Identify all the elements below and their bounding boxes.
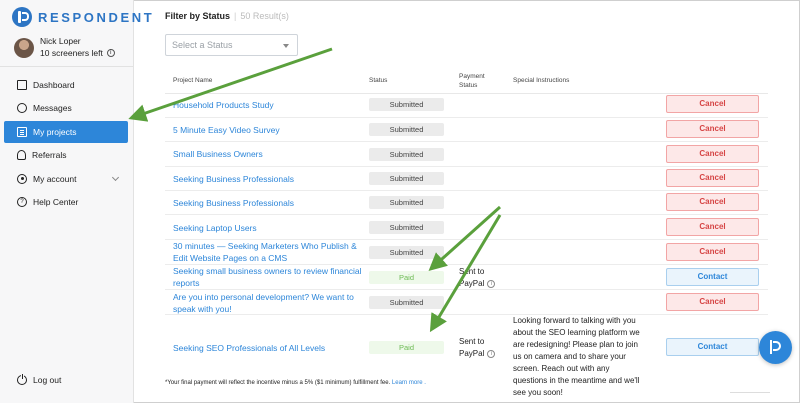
project-name-link[interactable]: Seeking Laptop Users	[173, 222, 363, 234]
status-badge: Submitted	[369, 246, 444, 259]
sidebar: RESPONDENT Nick Loper 10 screeners left …	[0, 0, 152, 403]
dashboard-icon	[17, 80, 27, 90]
contact-button[interactable]: Contact	[666, 268, 759, 286]
user-name: Nick Loper	[40, 36, 81, 46]
sidebar-item-label: Referrals	[32, 150, 67, 161]
caret-down-icon	[283, 44, 289, 48]
project-name-link[interactable]: Seeking small business owners to review …	[173, 265, 363, 289]
cancel-button[interactable]: Cancel	[666, 193, 759, 211]
cancel-button[interactable]: Cancel	[666, 145, 759, 163]
learn-more-link[interactable]: Learn more .	[392, 380, 426, 386]
avatar[interactable]	[14, 38, 34, 58]
project-name-link[interactable]: Seeking Business Professionals	[173, 173, 363, 185]
status-select[interactable]: Select a Status	[165, 34, 298, 56]
sidebar-item-label: Messages	[33, 103, 72, 114]
sidebar-item-messages[interactable]: Messages	[4, 97, 128, 119]
status-badge: Submitted	[369, 98, 444, 111]
table-row: Seeking Business Professionals Submitted…	[165, 167, 768, 191]
status-badge: Submitted	[369, 148, 444, 161]
table-row: Seeking small business owners to review …	[165, 265, 768, 290]
table-row: Seeking Business Professionals Submitted…	[165, 191, 768, 215]
project-name-link[interactable]: Seeking Business Professionals	[173, 197, 363, 209]
table-row: Seeking SEO Professionals of All Levels …	[165, 315, 768, 397]
help-icon: ?	[17, 196, 27, 207]
screeners-left: 10 screeners left	[40, 48, 103, 58]
table-row: Are you into personal development? We wa…	[165, 290, 768, 315]
horizontal-scrollbar[interactable]	[730, 392, 770, 393]
sidebar-divider	[0, 66, 134, 67]
account-gear-icon	[17, 173, 27, 184]
header-special-instructions: Special Instructions	[513, 77, 570, 84]
user-profile: Nick Loper 10 screeners left i	[14, 36, 115, 58]
people-icon	[17, 150, 26, 161]
chat-bubble-icon	[17, 103, 27, 114]
sidebar-item-label: Dashboard	[33, 80, 75, 90]
table-row: Seeking Laptop Users Submitted Cancel	[165, 215, 768, 240]
cancel-button[interactable]: Cancel	[666, 293, 759, 311]
table-row: 30 minutes — Seeking Marketers Who Publi…	[165, 240, 768, 265]
sidebar-item-label: My account	[33, 173, 77, 184]
sidebar-item-dashboard[interactable]: Dashboard	[4, 74, 128, 96]
info-icon[interactable]: i	[487, 349, 496, 358]
info-icon[interactable]: i	[487, 279, 496, 288]
filter-header: Filter by Status | 50 Result(s)	[165, 11, 289, 21]
sidebar-item-label: My projects	[33, 126, 77, 137]
logout-label: Log out	[33, 375, 62, 385]
chat-support-button[interactable]	[759, 331, 792, 364]
sidebar-nav: Dashboard Messages My projects Referrals…	[4, 74, 128, 214]
cancel-button[interactable]: Cancel	[666, 120, 759, 138]
status-badge: Submitted	[369, 296, 444, 309]
sidebar-item-help-center[interactable]: ? Help Center	[4, 191, 128, 213]
payment-status: Sent to PayPal	[459, 337, 485, 358]
project-name-link[interactable]: Household Products Study	[173, 99, 363, 111]
sidebar-item-my-account[interactable]: My account	[4, 168, 128, 190]
status-badge: Submitted	[369, 196, 444, 209]
fee-footnote: *Your final payment will reflect the inc…	[165, 380, 426, 386]
cancel-button[interactable]: Cancel	[666, 243, 759, 261]
payment-status: Sent to PayPal	[459, 267, 485, 288]
header-status: Status	[369, 77, 388, 84]
header-payment-status: Payment Status	[459, 73, 485, 89]
cancel-button[interactable]: Cancel	[666, 169, 759, 187]
logout-button[interactable]: Log out	[17, 374, 62, 385]
info-icon[interactable]: i	[106, 49, 115, 57]
table-row: Household Products Study Submitted Cance…	[165, 94, 768, 118]
project-name-link[interactable]: Small Business Owners	[173, 148, 363, 160]
table-row: 5 Minute Easy Video Survey Submitted Can…	[165, 118, 768, 142]
projects-icon	[17, 126, 27, 137]
project-name-link[interactable]: 30 minutes — Seeking Marketers Who Publi…	[173, 240, 363, 264]
respondent-logo-icon	[768, 339, 783, 356]
filter-title: Filter by Status	[165, 11, 231, 21]
contact-button[interactable]: Contact	[666, 338, 759, 356]
table-header: Project Name Status Payment Status Speci…	[165, 72, 765, 94]
result-count: 50 Result(s)	[240, 11, 289, 21]
status-badge: Submitted	[369, 123, 444, 136]
cancel-button[interactable]: Cancel	[666, 218, 759, 236]
header-project-name: Project Name	[173, 77, 213, 84]
table-row: Small Business Owners Submitted Cancel	[165, 142, 768, 167]
power-icon	[17, 374, 27, 385]
sidebar-item-label: Help Center	[33, 196, 79, 207]
project-name-link[interactable]: Seeking SEO Professionals of All Levels	[173, 342, 363, 354]
footnote-text: *Your final payment will reflect the inc…	[165, 380, 391, 386]
status-badge: Submitted	[369, 221, 444, 234]
brand-name: RESPONDENT	[38, 9, 155, 25]
status-badge-paid: Paid	[369, 271, 444, 284]
status-badge-paid: Paid	[369, 341, 444, 354]
status-badge: Submitted	[369, 172, 444, 185]
project-name-link[interactable]: Are you into personal development? We wa…	[173, 291, 363, 315]
status-select-placeholder: Select a Status	[172, 40, 233, 50]
chevron-down-icon	[111, 173, 120, 181]
sidebar-item-referrals[interactable]: Referrals	[4, 144, 128, 166]
brand-logo[interactable]: RESPONDENT	[12, 7, 154, 27]
cancel-button[interactable]: Cancel	[666, 95, 759, 113]
sidebar-item-my-projects[interactable]: My projects	[4, 120, 128, 143]
respondent-logo-icon	[12, 7, 32, 27]
project-name-link[interactable]: 5 Minute Easy Video Survey	[173, 124, 363, 136]
special-instructions: Looking forward to talking with you abou…	[513, 316, 640, 397]
